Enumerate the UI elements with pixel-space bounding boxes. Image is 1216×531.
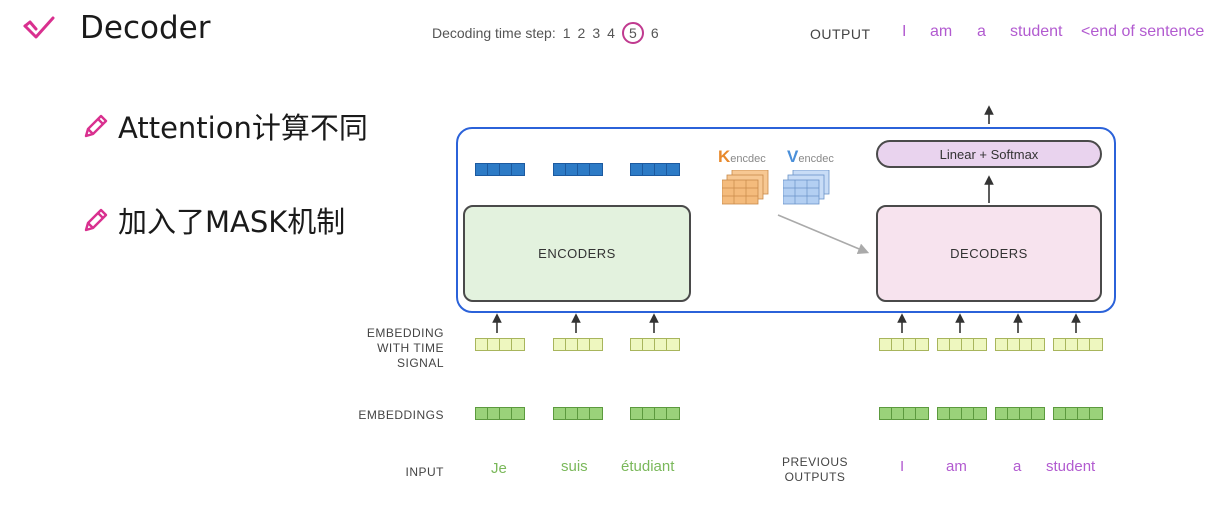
time-signal-vector (879, 338, 929, 351)
linear-softmax-box: Linear + Softmax (876, 140, 1102, 168)
embedding-vector (1053, 407, 1103, 420)
embedding-vector (937, 407, 987, 420)
embedding-vector (553, 407, 603, 420)
time-signal-vector (937, 338, 987, 351)
previous-outputs-label: PREVIOUS OUTPUTS (781, 455, 848, 484)
input-word: Je (491, 460, 507, 477)
time-signal-vector (553, 338, 603, 351)
decoders-box: DECODERS (876, 205, 1102, 302)
previous-output-word: student (1046, 458, 1096, 475)
time-signal-vector (630, 338, 680, 351)
encoder-output-vector (475, 163, 525, 176)
time-signal-vector (995, 338, 1045, 351)
input-label: INPUT (405, 465, 444, 479)
input-word: étudiant (621, 458, 675, 475)
embedding-vector (879, 407, 929, 420)
input-word: suis (561, 458, 588, 475)
v-encdec-label: Vencdec (787, 147, 834, 166)
v-matrix-icon (783, 170, 830, 205)
encoder-output-vector (553, 163, 603, 176)
time-signal-vector (1053, 338, 1103, 351)
previous-output-word: I (900, 458, 905, 475)
embedding-vector (630, 407, 680, 420)
encoder-output-vector (630, 163, 680, 176)
embedding-vector (995, 407, 1045, 420)
time-signal-vector (475, 338, 525, 351)
previous-output-word: a (1013, 458, 1022, 475)
embedding-vector (475, 407, 525, 420)
encoders-box: ENCODERS (463, 205, 691, 302)
k-encdec-label: Kencdec (718, 147, 766, 166)
embedding-time-label: EMBEDDING WITH TIME SIGNAL (366, 326, 444, 370)
k-matrix-icon (722, 170, 769, 205)
embeddings-label: EMBEDDINGS (358, 408, 444, 422)
previous-output-word: am (946, 458, 967, 475)
